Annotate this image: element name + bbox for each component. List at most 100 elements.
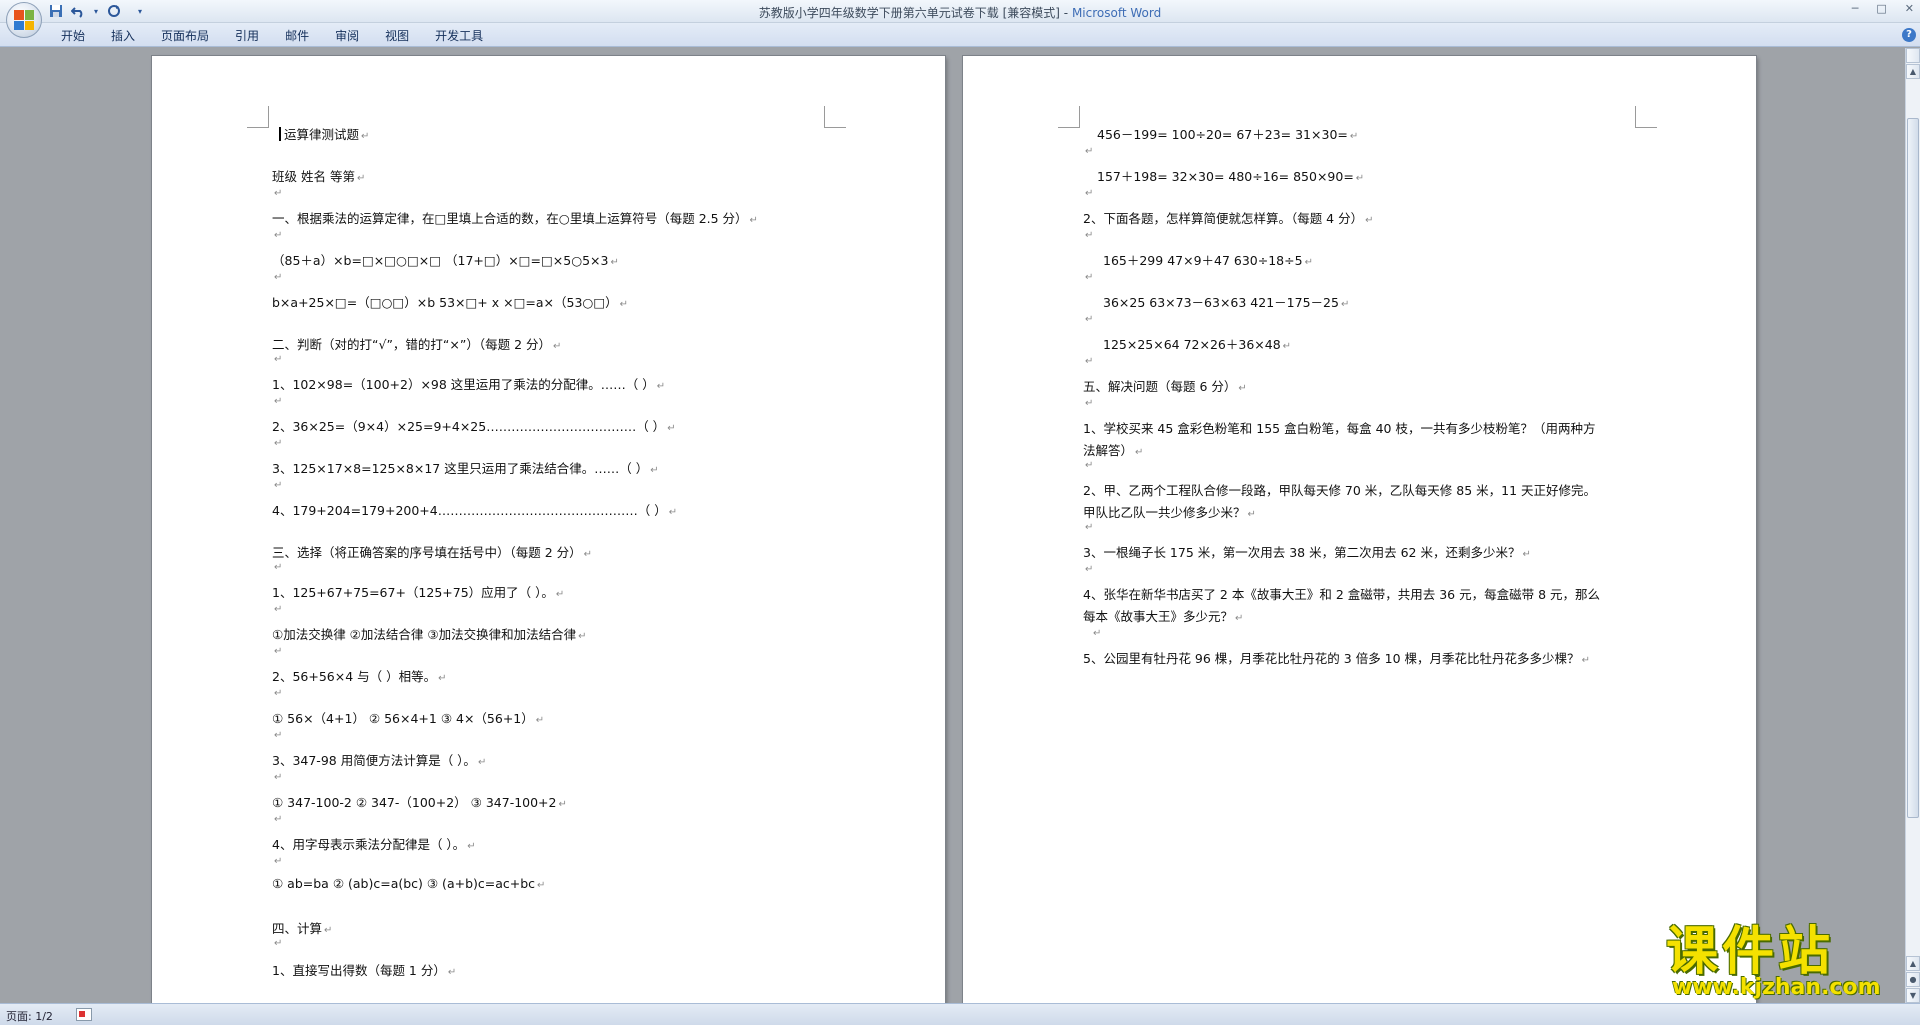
text-line: 4、张华在新华书店买了 2 本《故事大王》和 2 盒磁带，共用去 36 元，每盒… [1083,587,1601,602]
empty-paragraph: ↵ [274,396,283,407]
text-line: 4、179+204=179+200+4…………………………………………（ ） ↵ [272,503,678,518]
document-workspace: 运算律测试题 ↵ 班级 姓名 等第 ↵ ↵ 一、根据乘法的运算定律，在□里填上合适的… [0,48,1905,1003]
text-line: 1、125+67+75=67+（125+75）应用了（ ）。 ↵ [272,585,565,600]
section-heading: 四、计算 ↵ [272,921,333,936]
empty-paragraph: ↵ [1093,628,1102,639]
empty-paragraph: ↵ [274,354,283,365]
ribbon-tabs: 开始 插入 页面布局 引用 邮件 审阅 视图 开发工具 [48,28,496,44]
text-line: ①加法交换律 ②加法结合律 ③加法交换律和加法结合律 ↵ [272,627,587,642]
empty-paragraph: ↵ [1085,564,1094,575]
section-heading: 二、判断（对的打“√”，错的打“×”）（每题 2 分） ↵ [272,337,562,352]
ruler-toggle-icon[interactable] [1906,48,1920,63]
text-line: 4、用字母表示乘法分配律是（ ）。 ↵ [272,837,476,852]
tab-home[interactable]: 开始 [48,28,98,44]
document-title: 苏教版小学四年级数学下册第六单元试卷下载 [兼容模式] [758,6,1060,20]
browse-object-icon[interactable]: ● [1906,972,1920,987]
scrollbar-thumb[interactable] [1907,118,1919,818]
vertical-scrollbar[interactable]: ▲ ▲ ● ▼ [1905,48,1920,1003]
next-page-icon[interactable]: ▼ [1906,988,1920,1003]
window-controls: ─ □ ✕ [1852,2,1914,15]
document-page-2[interactable]: 456－199= 100÷20= 67＋23= 31×30= ↵ ↵ 157＋19… [963,56,1756,1003]
section-heading: 五、解决问题（每题 6 分） ↵ [1083,379,1247,394]
tab-page-layout[interactable]: 页面布局 [148,28,222,44]
empty-paragraph: ↵ [1085,272,1094,283]
section-heading: 一、根据乘法的运算定律，在□里填上合适的数，在○里填上运算符号（每题 2.5 分… [272,211,758,226]
page-indicator[interactable]: 页面: 1/2 [6,1008,53,1024]
minimize-button[interactable]: ─ [1852,2,1859,15]
office-button[interactable] [6,2,42,38]
text-line: 36×25 63×73－63×63 421－175－25 ↵ [1103,295,1350,310]
margin-corner-mark [247,106,269,128]
title-bar: ▾ ▾ 苏教版小学四年级数学下册第六单元试卷下载 [兼容模式] - Micros… [0,0,1920,38]
status-bar: 页面: 1/2 [0,1003,1920,1025]
empty-paragraph: ↵ [1085,398,1094,409]
empty-paragraph: ↵ [274,562,283,573]
text-line: 5、公园里有牡丹花 96 棵，月季花比牡丹花的 3 倍多 10 棵，月季花比牡丹… [1083,651,1590,666]
text-line: 1、学校买来 45 盒彩色粉笔和 155 盒白粉笔，每盒 40 枝，一共有多少枝… [1083,421,1596,436]
close-button[interactable]: ✕ [1905,2,1914,15]
text-line: 456－199= 100÷20= 67＋23= 31×30= ↵ [1097,127,1359,142]
tab-developer[interactable]: 开发工具 [422,28,496,44]
text-line: 法解答） ↵ [1083,443,1144,458]
window-title: 苏教版小学四年级数学下册第六单元试卷下载 [兼容模式] - Microsoft … [0,4,1920,21]
text-line: 2、56+56×4 与（ ）相等。 ↵ [272,669,447,684]
scroll-up-icon[interactable]: ▲ [1906,64,1920,79]
text-line: （85＋a）×b=□×□○□×□ （17+□）×□=□×5○5×3 ↵ [272,253,619,268]
empty-paragraph: ↵ [274,272,283,283]
text-line: 165＋299 47×9＋47 630÷18÷5 ↵ [1103,253,1313,268]
text-line: 甲队比乙队一共少修多少米？ ↵ [1083,505,1256,520]
empty-paragraph: ↵ [274,604,283,615]
empty-paragraph: ↵ [274,938,283,949]
empty-paragraph: ↵ [1085,460,1094,471]
restore-button[interactable]: □ [1876,2,1886,15]
tab-references[interactable]: 引用 [222,28,272,44]
section-heading: 2、下面各题，怎样算简便就怎样算。（每题 4 分） ↵ [1083,211,1374,226]
ribbon: 开始 插入 页面布局 引用 邮件 审阅 视图 开发工具 ? [0,23,1920,47]
page-1-body: 运算律测试题 ↵ 班级 姓名 等第 ↵ ↵ 一、根据乘法的运算定律，在□里填上合适的… [272,56,832,1003]
text-line: 2、36×25=（9×4）×25=9+4×25………………………………（ ） ↵ [272,419,676,434]
help-icon[interactable]: ? [1902,28,1916,42]
section-heading: 三、选择（将正确答案的序号填在括号中）（每题 2 分） ↵ [272,545,593,560]
empty-paragraph: ↵ [274,188,283,199]
margin-corner-mark [1058,106,1080,128]
empty-paragraph: ↵ [1085,188,1094,199]
empty-paragraph: ↵ [1085,356,1094,367]
proofing-icon[interactable] [76,1008,92,1021]
text-line: 3、一根绳子长 175 米，第一次用去 38 米，第二次用去 62 米，还剩多少… [1083,545,1531,560]
empty-paragraph: ↵ [274,688,283,699]
empty-paragraph: ↵ [274,646,283,657]
app-name: Microsoft Word [1071,6,1162,20]
empty-paragraph: ↵ [274,772,283,783]
tab-view[interactable]: 视图 [372,28,422,44]
text-cursor [279,127,281,141]
empty-paragraph: ↵ [1085,314,1094,325]
office-logo-icon [14,10,34,30]
text-line: b×a+25×□=（□○□）×b 53×□+ x ×□=a×（53○□） ↵ [272,295,629,310]
empty-paragraph: ↵ [1085,146,1094,157]
text-line: 1、102×98=（100+2）×98 这里运用了乘法的分配律。……（ ） ↵ [272,377,666,392]
tab-review[interactable]: 审阅 [322,28,372,44]
empty-paragraph: ↵ [274,438,283,449]
empty-paragraph: ↵ [274,730,283,741]
text-line: 3、347-98 用简便方法计算是（ ）。 ↵ [272,753,487,768]
text-line: 每本《故事大王》多少元？ ↵ [1083,609,1244,624]
title-separator: - [1059,6,1072,20]
empty-paragraph: ↵ [274,856,283,867]
tab-insert[interactable]: 插入 [98,28,148,44]
tab-mailings[interactable]: 邮件 [272,28,322,44]
text-line: 3、125×17×8=125×8×17 这里只运用了乘法结合律。……（ ） ↵ [272,461,659,476]
empty-paragraph: ↵ [274,814,283,825]
text-line: ① 56×（4+1） ② 56×4+1 ③ 4×（56+1） ↵ [272,711,545,726]
text-line: 157＋198= 32×30= 480÷16= 850×90= ↵ [1097,169,1365,184]
text-line: 班级 姓名 等第 ↵ [272,169,366,184]
empty-paragraph: ↵ [1085,230,1094,241]
text-line: ① ab=ba ② (ab)c=a(bc) ③ (a+b)c=ac+bc ↵ [272,876,546,891]
text-line: 125×25×64 72×26＋36×48 ↵ [1103,337,1292,352]
document-heading: 运算律测试题 ↵ [279,124,369,143]
watermark-title: 课件站 [1666,922,1835,982]
text-line: 1、直接写出得数（每题 1 分） ↵ [272,963,457,978]
previous-page-icon[interactable]: ▲ [1906,956,1920,971]
empty-paragraph: ↵ [1085,522,1094,533]
document-page-1[interactable]: 运算律测试题 ↵ 班级 姓名 等第 ↵ ↵ 一、根据乘法的运算定律，在□里填上合适的… [152,56,945,1003]
text-line: 2、甲、乙两个工程队合修一段路，甲队每天修 70 米，乙队每天修 85 米，11… [1083,483,1597,498]
